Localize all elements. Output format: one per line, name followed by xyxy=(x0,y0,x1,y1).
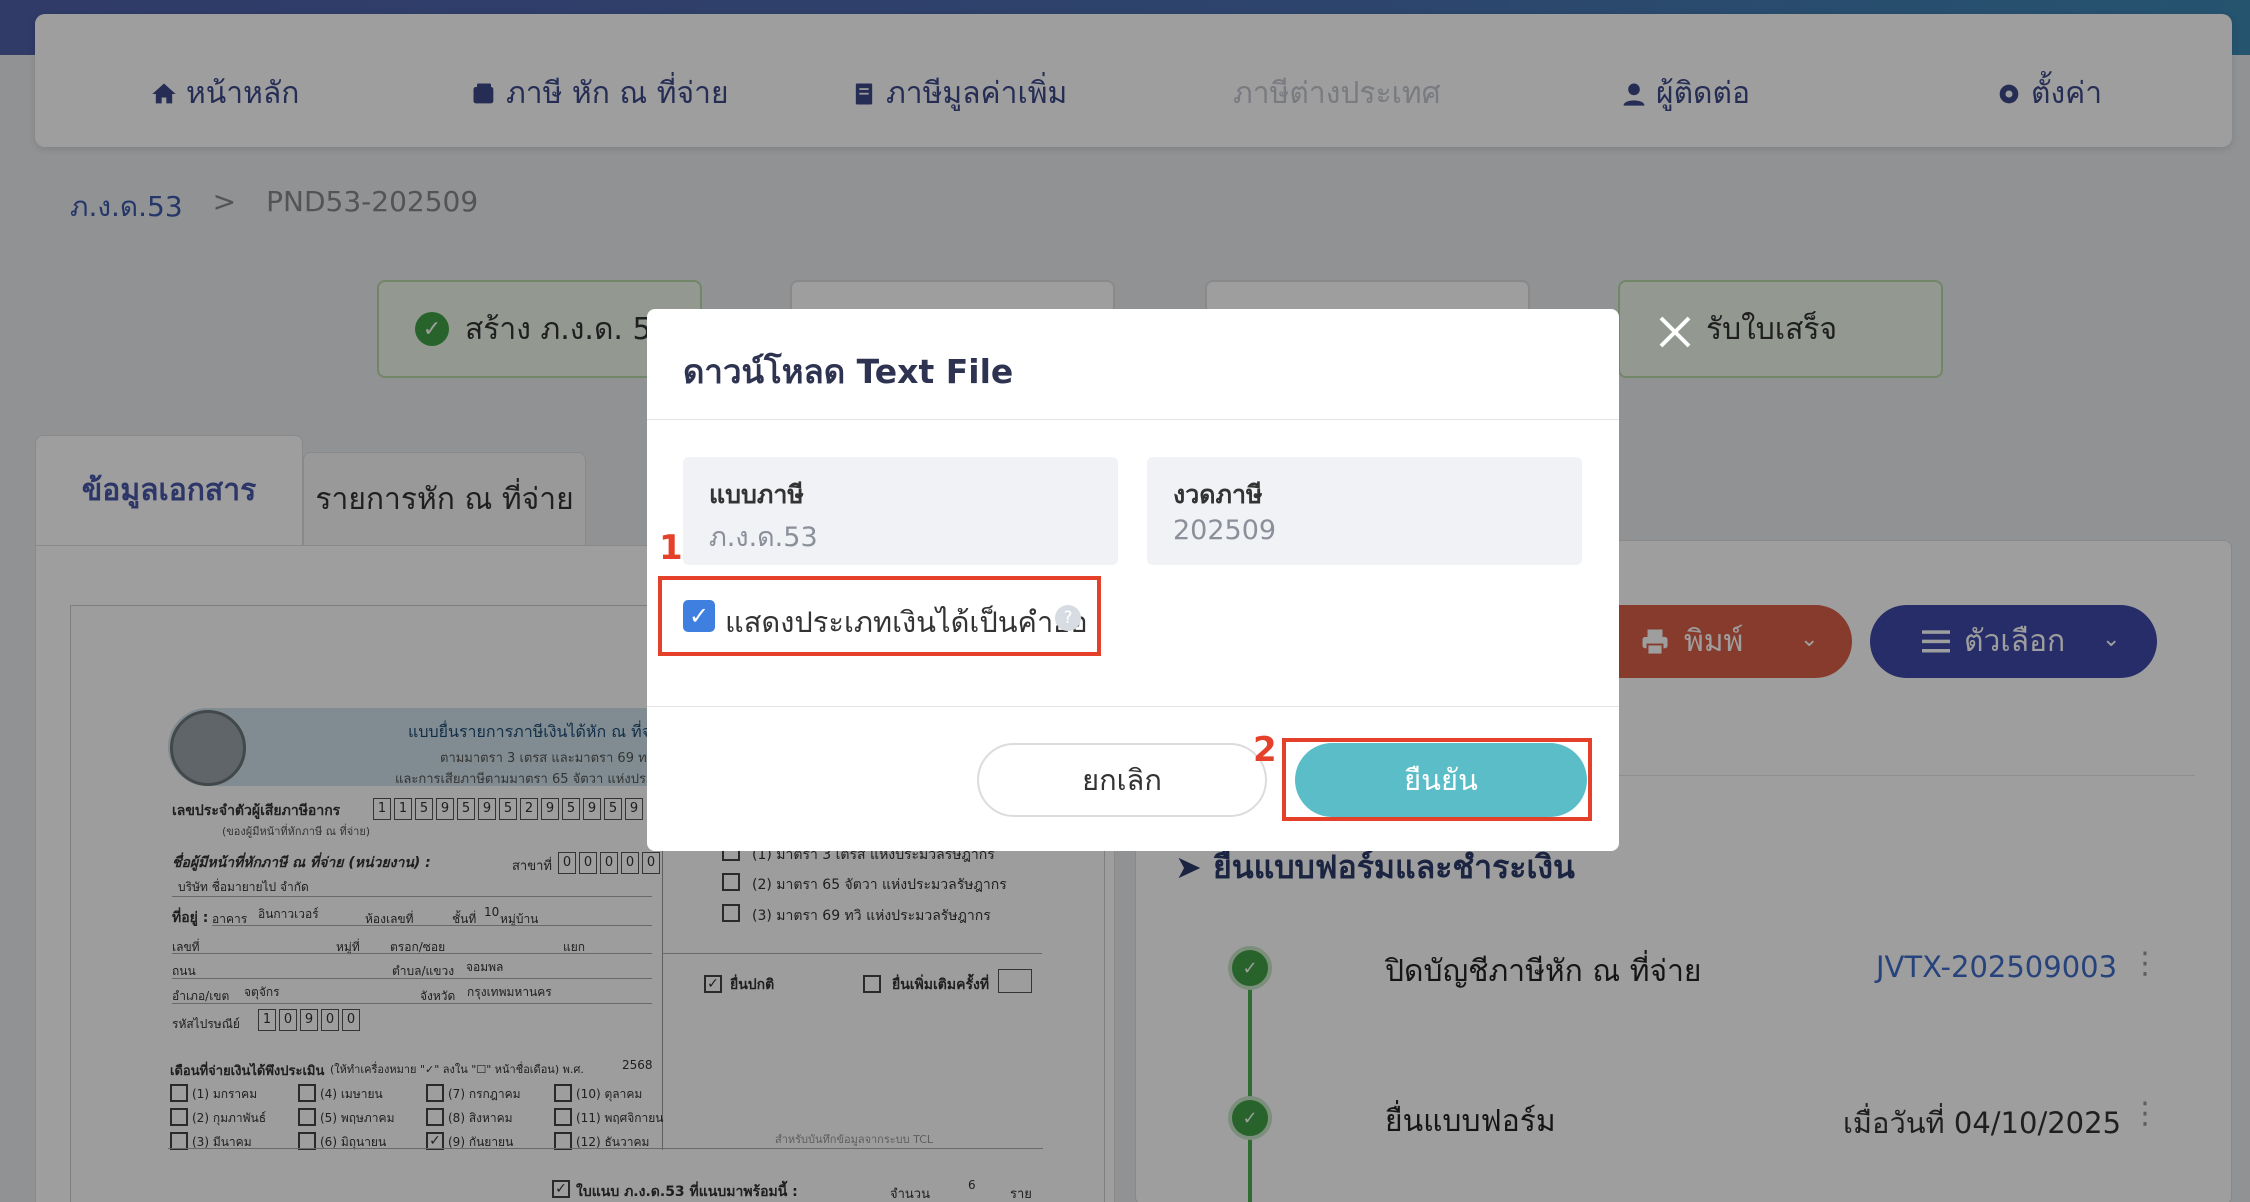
form-type-field: แบบภาษี ภ.ง.ด.53 xyxy=(683,457,1118,565)
annotation-box-2 xyxy=(1282,738,1592,821)
modal-title: ดาวน์โหลด Text File xyxy=(683,352,1014,391)
annotation-number-2: 2 xyxy=(1253,730,1277,770)
tax-period-label: งวดภาษี xyxy=(1173,480,1263,509)
form-type-value: ภ.ง.ด.53 xyxy=(709,522,818,553)
tax-period-value: 202509 xyxy=(1173,515,1277,546)
cancel-button[interactable]: ยกเลิก xyxy=(977,743,1267,817)
annotation-box-1 xyxy=(658,576,1101,656)
cancel-button-label: ยกเลิก xyxy=(1082,763,1162,797)
close-icon[interactable] xyxy=(1655,312,1695,352)
form-type-label: แบบภาษี xyxy=(709,480,804,509)
annotation-number-1: 1 xyxy=(659,528,683,568)
tax-period-field: งวดภาษี 202509 xyxy=(1147,457,1582,565)
